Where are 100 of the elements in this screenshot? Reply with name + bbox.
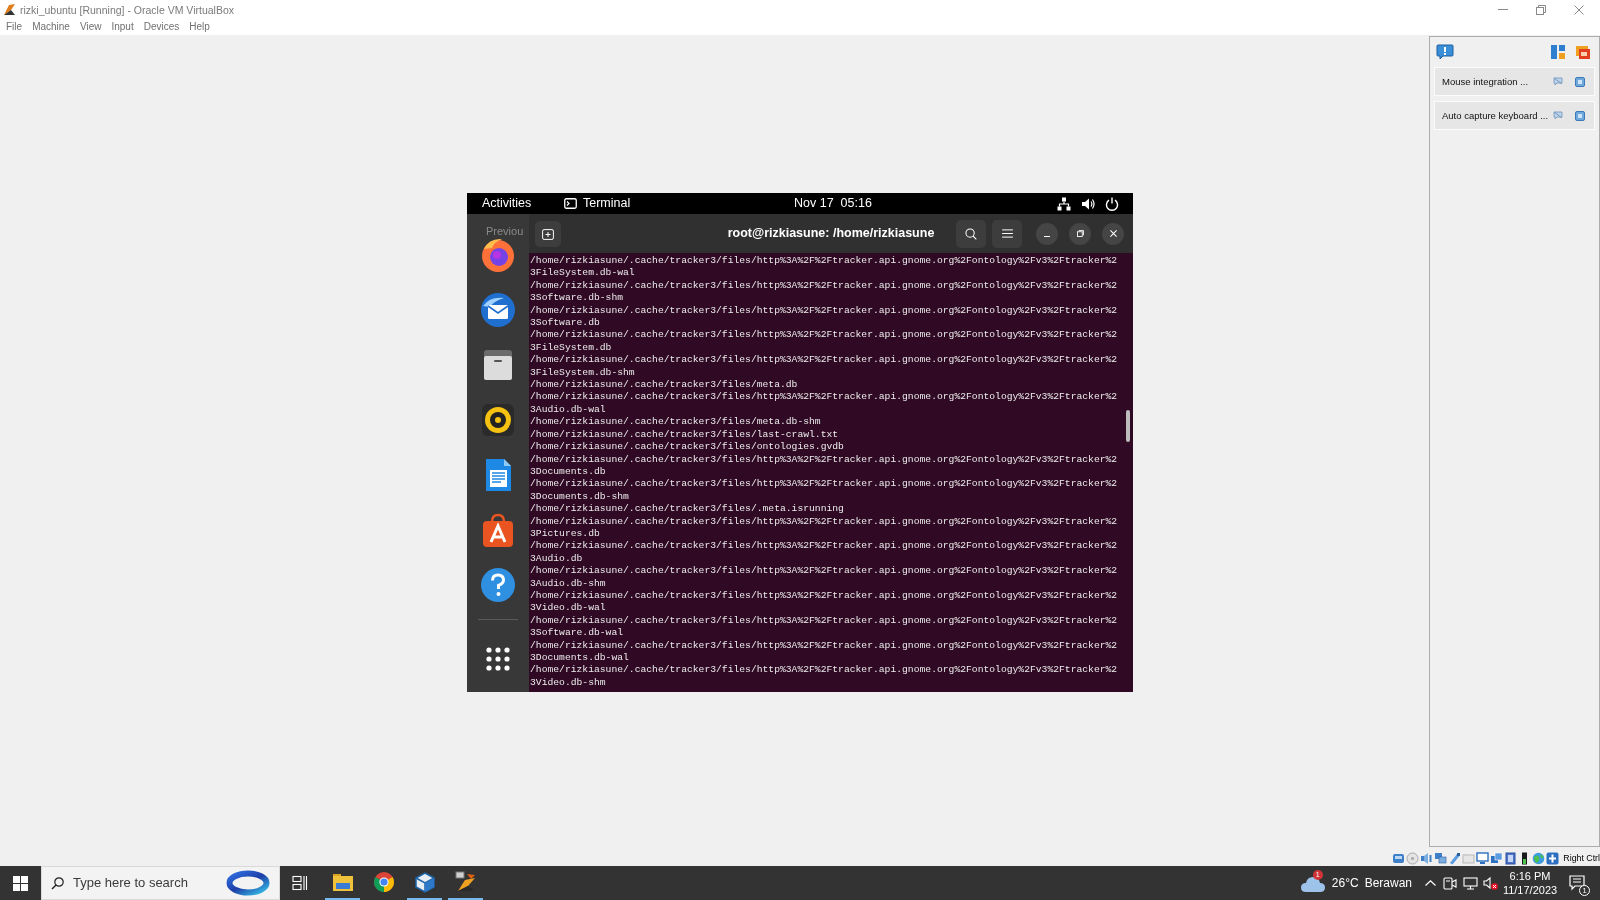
volume-icon[interactable] — [1081, 196, 1095, 211]
terminal-output-line: /home/rizkiasune/.cache/tracker3/files/http%3A%2F%2Ftracker.api.gnome.org%2Fontology%2Fv3%2Ftracker%2 — [530, 354, 1118, 367]
weather-condition: Berawan — [1364, 875, 1412, 891]
close-icon — [1574, 4, 1584, 15]
activities-button[interactable]: Activities — [482, 196, 532, 211]
terminal-output-line: /home/rizkiasune/.cache/tracker3/files/http%3A%2F%2Ftracker.api.gnome.org%2Fontology%2Fv3%2Ftracker%2 — [530, 453, 1118, 466]
terminal-output-line: /home/rizkiasune/.cache/tracker3/files/http%3A%2F%2Ftracker.api.gnome.org%2Fontology%2Fv3%2Ftracker%2 — [530, 329, 1118, 342]
tab-plus-icon — [542, 227, 554, 240]
close-button[interactable] — [1102, 222, 1124, 245]
restore-button[interactable] — [1069, 222, 1091, 245]
terminal-output-line: 3Audio.db — [530, 552, 583, 566]
minimize-icon — [1498, 9, 1508, 10]
terminal-output-line: /home/rizkiasune/.cache/tracker3/files/http%3A%2F%2Ftracker.api.gnome.org%2Fontology%2Fv3%2Ftracker%2 — [530, 614, 1118, 628]
search-button[interactable] — [956, 219, 986, 248]
shopping-bag-icon[interactable] — [480, 512, 516, 548]
notification-text: Auto capture keyboard ... — [1442, 109, 1549, 122]
terminal-output-line: /home/rizkiasune/.cache/tracker3/files/http%3A%2F%2Ftracker.api.gnome.org%2Fontology%2Fv3%2Ftracker%2 — [530, 255, 1118, 268]
terminal-output-line: 3Audio.db-wal — [530, 403, 606, 417]
terminal-output-line: 3Audio.db-shm — [530, 577, 606, 590]
terminal-output-line: 3Documents.db — [530, 465, 606, 479]
terminal-output-line: /home/rizkiasune/.cache/tracker3/files/http%3A%2F%2Ftracker.api.gnome.org%2Fontology%2Fv3%2Ftracker%2 — [530, 515, 1118, 528]
app-logo-icon — [3, 3, 16, 16]
mail-icon[interactable] — [480, 292, 516, 328]
plus-tile-icon[interactable] — [1546, 852, 1560, 865]
stacked-squares-icon[interactable] — [1434, 852, 1448, 865]
terminal-output-line: /home/rizkiasune/.cache/tracker3/files/http%3A%2F%2Ftracker.api.gnome.org%2Fontology%2Fv3%2Ftracker%2 — [530, 639, 1118, 652]
terminal-output-line: 3FileSystem.db-wal — [530, 267, 635, 280]
terminal-output-line: /home/rizkiasune/.cache/tracker3/files/meta.db-shm — [530, 416, 821, 429]
terminal-output-line: /home/rizkiasune/.cache/tracker3/files/http%3A%2F%2Ftracker.api.gnome.org%2Fontology%2Fv3%2Ftracker%2 — [530, 391, 1118, 404]
task-view-icon[interactable] — [292, 875, 308, 891]
app-logo-icon — [454, 871, 477, 893]
speaker-icon[interactable] — [1482, 876, 1498, 890]
terminal-output-line: 3Documents.db-wal — [530, 652, 629, 665]
window-stack-icon[interactable] — [1575, 44, 1591, 60]
app-grid-icon[interactable] — [486, 647, 510, 671]
terminal-title: root@rizkiasune: /home/rizkiasune — [727, 226, 935, 241]
minimize-icon — [1044, 235, 1050, 237]
terminal-output-line: 3Video.db-wal — [530, 602, 606, 615]
terminal-output-line: /home/rizkiasune/.cache/tracker3/files/ontologies.gvdb — [530, 441, 844, 454]
menu-item[interactable]: File — [1, 20, 28, 34]
card-icon[interactable] — [1504, 852, 1518, 865]
audio-icon[interactable] — [1420, 852, 1434, 865]
notification-text: Mouse integration ... — [1442, 75, 1529, 88]
search-icon — [51, 876, 64, 890]
search-bar[interactable]: Type here to search — [41, 866, 280, 900]
display-icon[interactable] — [1476, 852, 1490, 865]
menu-item[interactable]: Input — [106, 20, 139, 34]
cube-icon — [414, 871, 435, 893]
alert-bubble-icon[interactable] — [1436, 44, 1454, 60]
pencil-icon[interactable] — [1448, 852, 1462, 865]
camera-icon[interactable] — [1443, 876, 1457, 890]
terminal-output-line: 3Documents.db-shm — [530, 490, 629, 504]
tile-icon[interactable] — [1575, 76, 1585, 87]
date-time-button[interactable]: Nov 17 05:16 — [794, 196, 872, 211]
tile-icon[interactable] — [1575, 110, 1585, 121]
menu-item[interactable]: Devices — [138, 20, 185, 34]
search-field[interactable]: Type here to search — [73, 873, 226, 893]
terminal-output-line: 3Software.db-shm — [530, 292, 623, 305]
windows-logo-icon[interactable] — [12, 875, 28, 891]
taskbar-clock[interactable]: 6:16 PM 11/17/2023 — [1500, 869, 1560, 897]
menu-item[interactable]: View — [74, 20, 107, 34]
menu-icon — [1001, 229, 1013, 238]
terminal-output-line: /home/rizkiasune/.cache/tracker3/files/http%3A%2F%2Ftracker.api.gnome.org%2Fontology%2Fv3%2Ftracker%2 — [530, 279, 1118, 293]
network-icon[interactable] — [1057, 196, 1071, 211]
terminal-output-line: 3FileSystem.db — [530, 341, 612, 355]
host-key-label: Right Ctrl — [1563, 853, 1600, 864]
restore-icon — [1076, 230, 1084, 237]
menu-item[interactable]: Machine — [27, 20, 75, 34]
close-icon — [1109, 230, 1117, 237]
terminal-output-line: /home/rizkiasune/.cache/tracker3/files/http%3A%2F%2Ftracker.api.gnome.org%2Fontology%2Fv3%2Ftracker%2 — [530, 540, 1118, 553]
terminal-output-line: /home/rizkiasune/.cache/tracker3/files/last-crawl.txt — [530, 428, 839, 442]
tricolor-wheel-icon — [373, 872, 394, 892]
power-icon[interactable] — [1105, 196, 1119, 211]
flame-globe-icon[interactable] — [480, 237, 516, 273]
new-tab-button[interactable] — [535, 220, 561, 247]
menu-button[interactable] — [992, 219, 1022, 248]
screens-icon[interactable] — [1490, 852, 1504, 865]
chevron-up-icon[interactable] — [1424, 880, 1436, 886]
notification-icon[interactable] — [1569, 875, 1585, 891]
swirl-icon — [226, 870, 270, 896]
terminal-output-line: /home/rizkiasune/.cache/tracker3/files/http%3A%2F%2Ftracker.api.gnome.org%2Fontology%2Fv3%2Ftracker%2 — [530, 478, 1118, 491]
menu-item[interactable]: Help — [184, 20, 215, 34]
scrollbar-thumb[interactable] — [1126, 410, 1130, 442]
terminal-output-line: 3Video.db-shm — [530, 676, 606, 690]
terminal-output-line: /home/rizkiasune/.cache/tracker3/files/http%3A%2F%2Ftracker.api.gnome.org%2Fontology%2Fv3%2Ftracker%2 — [530, 304, 1118, 318]
columns-icon[interactable] — [1550, 44, 1566, 60]
terminal-output-line: /home/rizkiasune/.cache/tracker3/files/http%3A%2F%2Ftracker.api.gnome.org%2Fontology%2Fv3%2Ftracker%2 — [530, 565, 1118, 578]
terminal-output-line: 3Pictures.db — [530, 527, 600, 541]
app-menu-button[interactable]: Terminal — [564, 196, 631, 211]
monitor-icon[interactable] — [1462, 876, 1478, 890]
terminal-output-line: /home/rizkiasune/.cache/tracker3/files/.meta.isrunning — [530, 503, 844, 516]
terminal-output-line: /home/rizkiasune/.cache/tracker3/files/http%3A%2F%2Ftracker.api.gnome.org%2Fontology%2Fv3%2Ftracker%2 — [530, 589, 1118, 603]
terminal-output-line: /home/rizkiasune/.cache/tracker3/files/meta.db — [530, 379, 798, 392]
restore-icon — [1536, 4, 1546, 15]
speaker-icon[interactable] — [480, 402, 516, 438]
folder-icon — [331, 872, 354, 892]
search-icon — [965, 227, 977, 240]
terminal-output-line: 3Software.db-wal — [530, 627, 623, 640]
help-icon[interactable] — [480, 567, 516, 603]
terminal-output-line: 3Software.db — [530, 317, 600, 330]
